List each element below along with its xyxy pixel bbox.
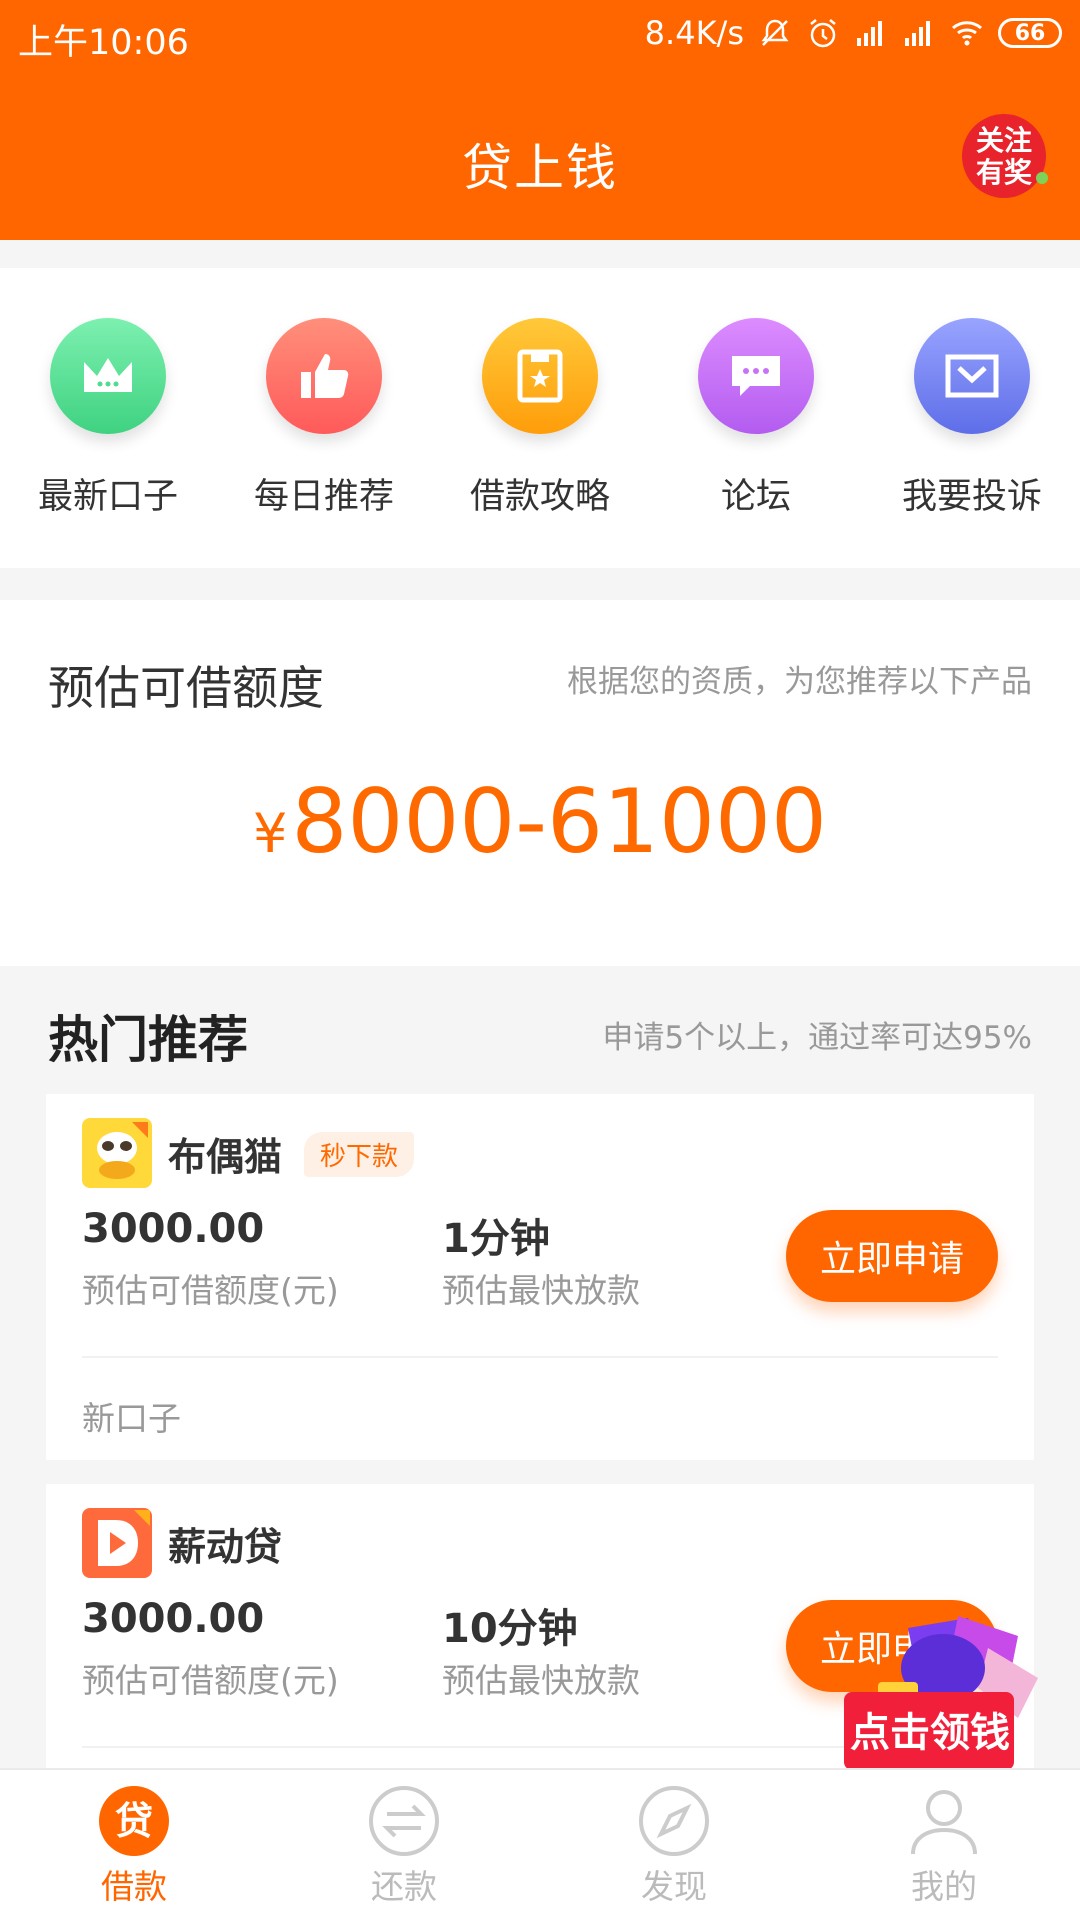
status-time: 上午10:06 — [18, 23, 189, 63]
estimate-subtitle: 根据您的资质，为您推荐以下产品 — [567, 664, 1032, 700]
hot-section-subtitle: 申请5个以上，通过率可达95% — [602, 1020, 1032, 1056]
estimate-amount: ¥8000-61000 — [0, 770, 1080, 873]
product-amount-label: 预估可借额度(元) — [82, 1661, 339, 1700]
svg-text:贷: 贷 — [115, 1799, 153, 1843]
net-speed: 8.4K/s — [644, 14, 744, 52]
product-name: 薪动贷 — [168, 1525, 283, 1569]
thumbs-up-icon — [266, 318, 382, 434]
compass-icon — [637, 1784, 711, 1858]
bottom-nav-discover[interactable]: 发现 — [574, 1784, 774, 1908]
crown-icon — [50, 318, 166, 434]
mute-bell-icon — [761, 19, 789, 46]
hot-section-title: 热门推荐 — [48, 1011, 248, 1069]
estimate-panel: 预估可借额度 根据您的资质，为您推荐以下产品 ¥8000-61000 — [0, 600, 1080, 966]
promo-label: 点击领钱 — [850, 1710, 1010, 1756]
product-card[interactable]: 布偶猫 秒下款 3000.00 预估可借额度(元) 1分钟 预估最快放款 立即申… — [46, 1094, 1034, 1460]
bottom-nav: 贷 借款 还款 发现 我的 — [0, 1768, 1080, 1920]
apply-button[interactable]: 立即申请 — [786, 1210, 998, 1302]
envelope-icon — [914, 318, 1030, 434]
bottom-nav-mine[interactable]: 我的 — [844, 1784, 1044, 1908]
quick-nav-label: 最新口子 — [37, 477, 178, 517]
quick-nav-label: 论坛 — [720, 477, 791, 517]
status-bar: 上午10:06 8.4K/s 66 — [0, 0, 1080, 78]
signal-icon — [905, 21, 930, 46]
chat-bubble-icon — [698, 318, 814, 434]
currency-symbol: ¥ — [252, 802, 288, 865]
product-amount: 3000.00 — [82, 1206, 265, 1252]
quick-nav-label: 我要投诉 — [901, 477, 1042, 517]
product-logo-icon — [82, 1118, 152, 1188]
product-speed: 1分钟 — [442, 1216, 550, 1262]
quick-nav: 最新口子 每日推荐 借款攻略 论坛 我要投诉 — [0, 268, 1080, 568]
product-tag: 秒下款 — [304, 1132, 415, 1177]
estimate-title: 预估可借额度 — [48, 661, 324, 715]
quick-nav-item-forum[interactable]: 论坛 — [656, 318, 856, 519]
quick-nav-item-complaint[interactable]: 我要投诉 — [872, 318, 1072, 519]
product-speed: 10分钟 — [442, 1606, 578, 1652]
product-speed-label: 预估最快放款 — [442, 1661, 640, 1700]
quick-nav-label: 每日推荐 — [253, 477, 394, 517]
bottom-nav-label: 我的 — [911, 1867, 977, 1906]
bottom-nav-repay[interactable]: 还款 — [304, 1784, 504, 1908]
quick-nav-label: 借款攻略 — [469, 477, 610, 517]
quick-nav-item-guide[interactable]: 借款攻略 — [440, 318, 640, 519]
page-title: 贷上钱 — [462, 139, 618, 197]
svg-text:关注: 关注 — [976, 124, 1032, 157]
bottom-nav-loan[interactable]: 贷 借款 — [34, 1784, 234, 1908]
product-speed-label: 预估最快放款 — [442, 1271, 640, 1310]
amount-range: 8000-61000 — [291, 770, 827, 873]
product-amount-label: 预估可借额度(元) — [82, 1271, 339, 1310]
product-name: 布偶猫 — [168, 1135, 283, 1179]
divider — [82, 1356, 998, 1358]
product-logo-icon — [82, 1508, 152, 1578]
repay-icon — [367, 1784, 441, 1858]
promo-badge-icon[interactable]: 关注 有奖 — [954, 108, 1054, 202]
signal-icon — [857, 21, 882, 46]
user-icon — [907, 1784, 981, 1858]
quick-nav-item-daily[interactable]: 每日推荐 — [224, 318, 424, 519]
bottom-nav-label: 还款 — [371, 1867, 437, 1906]
wifi-icon — [952, 21, 982, 46]
status-icons: 8.4K/s 66 — [645, 14, 1062, 52]
alarm-icon — [810, 19, 836, 48]
product-amount: 3000.00 — [82, 1596, 265, 1642]
app-root: 上午10:06 8.4K/s 66 贷上钱 关注 有奖 最新口子 每日推荐 借款… — [0, 0, 1080, 1920]
quick-nav-item-latest[interactable]: 最新口子 — [8, 318, 208, 519]
loan-icon: 贷 — [97, 1784, 171, 1858]
app-header: 上午10:06 8.4K/s 66 贷上钱 关注 有奖 — [0, 0, 1080, 240]
bottom-nav-label: 发现 — [641, 1867, 707, 1906]
bottom-nav-label: 借款 — [101, 1867, 167, 1906]
book-star-icon — [482, 318, 598, 434]
battery-icon: 66 — [998, 18, 1062, 48]
svg-text:有奖: 有奖 — [976, 156, 1032, 189]
red-packet-promo-icon[interactable]: 点击领钱 — [838, 1608, 1050, 1778]
product-note: 新口子 — [82, 1399, 181, 1438]
